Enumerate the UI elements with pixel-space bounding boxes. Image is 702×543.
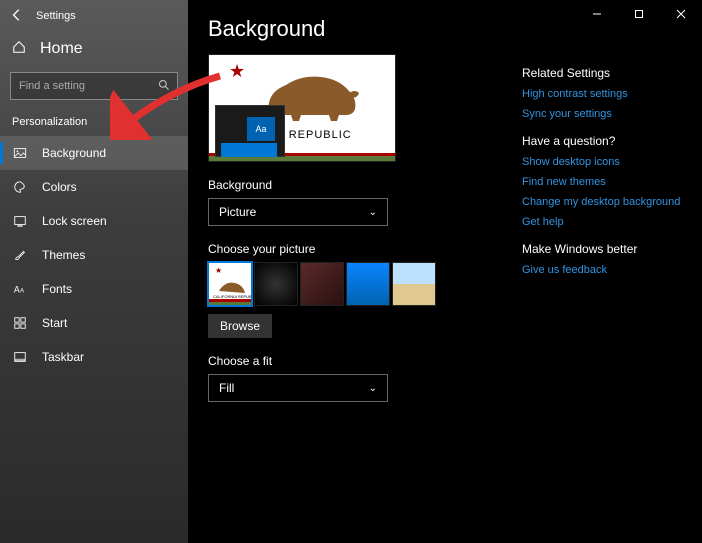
dropdown-value: Picture [219, 205, 256, 219]
sidebar: Settings Home Personalization Background… [0, 0, 188, 543]
background-type-dropdown[interactable]: Picture ⌄ [208, 198, 388, 226]
sidebar-item-taskbar[interactable]: Taskbar [0, 340, 188, 374]
close-button[interactable] [660, 0, 702, 28]
link-sync-settings[interactable]: Sync your settings [522, 108, 690, 120]
better-heading: Make Windows better [522, 242, 690, 256]
flag-star-icon: ★ [229, 61, 245, 82]
link-get-help[interactable]: Get help [522, 216, 690, 228]
sidebar-item-home[interactable]: Home [0, 32, 188, 66]
page-title: Background [208, 16, 522, 42]
browse-button[interactable]: Browse [208, 314, 272, 338]
link-change-background[interactable]: Change my desktop background [522, 196, 690, 208]
sidebar-item-start[interactable]: Start [0, 306, 188, 340]
titlebar: Settings [0, 0, 188, 32]
brush-icon [12, 248, 28, 262]
link-show-desktop-icons[interactable]: Show desktop icons [522, 156, 690, 168]
search-icon [158, 79, 170, 94]
right-pane: Related Settings High contrast settings … [522, 16, 702, 543]
nav-label: Fonts [42, 282, 72, 296]
sidebar-group-label: Personalization [0, 106, 188, 136]
window-title: Settings [36, 10, 76, 22]
chevron-down-icon: ⌄ [369, 383, 377, 394]
question-heading: Have a question? [522, 134, 690, 148]
minimize-button[interactable] [576, 0, 618, 28]
svg-text:★: ★ [215, 266, 222, 275]
sidebar-item-fonts[interactable]: AA Fonts [0, 272, 188, 306]
preview-sample-tile: Aa [247, 117, 275, 141]
palette-icon [12, 180, 28, 194]
taskbar-icon [12, 350, 28, 364]
thumbnail-person-red[interactable] [300, 262, 344, 306]
nav-label: Taskbar [42, 350, 84, 364]
picture-thumbnails: ★ CALIFORNIA REPUBLIC [208, 262, 522, 306]
link-high-contrast[interactable]: High contrast settings [522, 88, 690, 100]
sidebar-item-themes[interactable]: Themes [0, 238, 188, 272]
search-wrap [10, 72, 178, 100]
background-preview: ★ RNIA REPUBLIC Aa [208, 54, 396, 162]
picture-icon [12, 146, 28, 160]
svg-text:A: A [14, 285, 20, 295]
back-button[interactable] [10, 8, 24, 25]
thumbnail-blue-default[interactable] [346, 262, 390, 306]
sidebar-item-lock-screen[interactable]: Lock screen [0, 204, 188, 238]
window-buttons [576, 0, 702, 28]
start-tiles-icon [12, 316, 28, 330]
content: Background ★ RNIA REPUBLIC Aa Background… [208, 16, 522, 543]
preview-taskbar [221, 143, 277, 157]
fit-label: Choose a fit [208, 354, 522, 368]
lock-frame-icon [12, 214, 28, 228]
link-feedback[interactable]: Give us feedback [522, 264, 690, 276]
svg-text:A: A [20, 288, 25, 295]
home-icon [12, 40, 26, 59]
sidebar-item-background[interactable]: Background [0, 136, 188, 170]
nav-label: Start [42, 316, 67, 330]
chevron-down-icon: ⌄ [369, 207, 377, 218]
nav-label: Background [42, 146, 106, 160]
sidebar-nav: Background Colors Lock screen Themes AA … [0, 136, 188, 374]
nav-label: Themes [42, 248, 85, 262]
sidebar-item-colors[interactable]: Colors [0, 170, 188, 204]
nav-label: Colors [42, 180, 77, 194]
fit-dropdown[interactable]: Fill ⌄ [208, 374, 388, 402]
home-label: Home [40, 40, 83, 58]
link-find-themes[interactable]: Find new themes [522, 176, 690, 188]
fonts-icon: AA [12, 282, 28, 296]
search-input[interactable] [10, 72, 178, 100]
background-type-label: Background [208, 178, 522, 192]
svg-text:CALIFORNIA REPUBLIC: CALIFORNIA REPUBLIC [213, 294, 252, 299]
thumbnail-california-flag[interactable]: ★ CALIFORNIA REPUBLIC [208, 262, 252, 306]
related-settings-heading: Related Settings [522, 66, 690, 80]
choose-picture-label: Choose your picture [208, 242, 522, 256]
nav-label: Lock screen [42, 214, 107, 228]
maximize-button[interactable] [618, 0, 660, 28]
dropdown-value: Fill [219, 381, 234, 395]
main-area: Background ★ RNIA REPUBLIC Aa Background… [188, 0, 702, 543]
thumbnail-landscape[interactable] [392, 262, 436, 306]
thumbnail-dark-abstract[interactable] [254, 262, 298, 306]
